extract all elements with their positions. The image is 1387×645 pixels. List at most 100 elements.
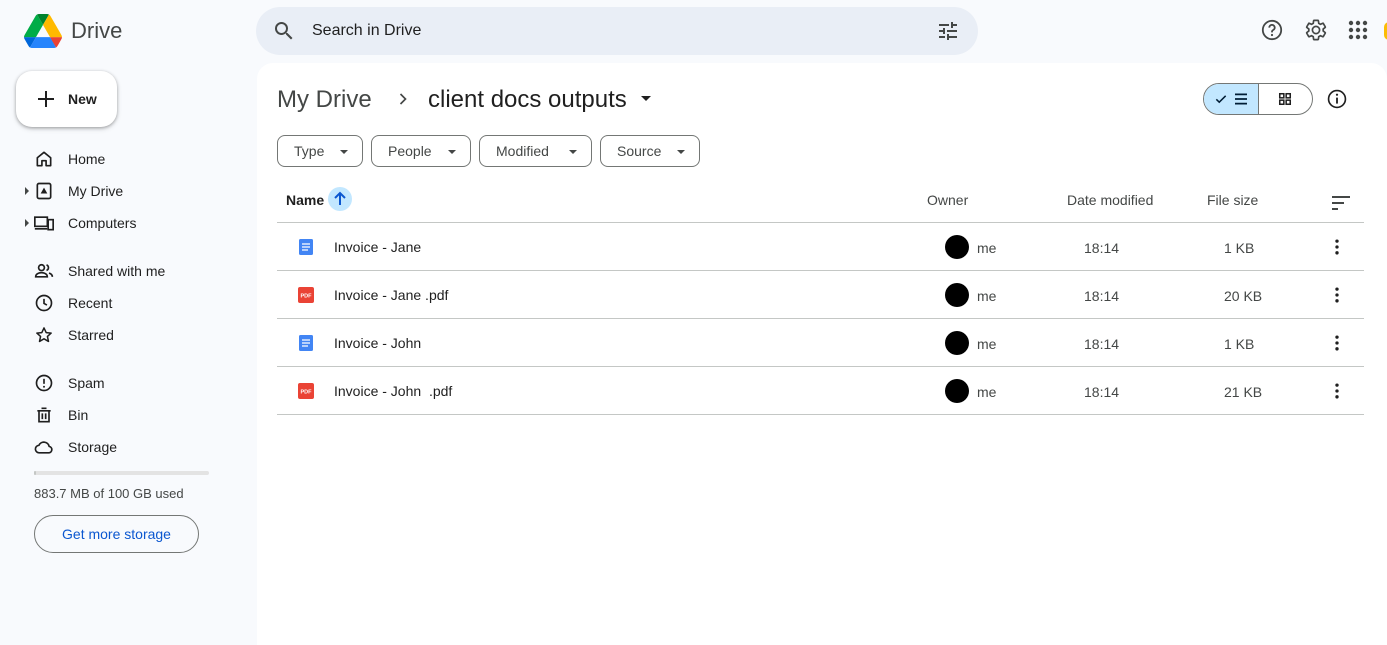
file-row[interactable]: Invoice - John me 18:14 1 KB <box>277 319 1364 367</box>
sidebar-item-label: Starred <box>68 327 114 343</box>
search-options-icon[interactable] <box>936 19 960 43</box>
file-owner: me <box>977 288 997 304</box>
file-date-modified: 18:14 <box>1084 240 1120 256</box>
file-name[interactable]: Invoice - John <box>334 335 421 351</box>
expand-caret-icon[interactable] <box>25 187 29 195</box>
checkmark-icon <box>1215 95 1227 104</box>
file-name[interactable]: Invoice - Jane <box>334 239 421 255</box>
grid-icon <box>1278 92 1291 106</box>
sort-direction-button[interactable] <box>328 187 352 211</box>
search-input[interactable] <box>312 19 912 43</box>
info-icon[interactable] <box>1326 88 1348 110</box>
arrow-up-icon <box>334 191 346 205</box>
svg-text:PDF: PDF <box>301 294 313 300</box>
sidebar-item-storage[interactable]: Storage <box>0 431 240 463</box>
dropdown-arrow-icon <box>448 150 456 154</box>
sidebar-item-label: Storage <box>68 439 118 455</box>
sidebar-item-spam[interactable]: Spam <box>0 367 240 399</box>
sidebar-item-label: Bin <box>68 407 89 423</box>
sidebar-item-bin[interactable]: Bin <box>0 399 240 431</box>
storage-usage-text: 883.7 MB of 100 GB used <box>34 486 184 501</box>
app-name: Drive <box>71 18 123 43</box>
star-icon <box>36 327 52 343</box>
main-panel: My Drive client docs outputs Type People… <box>257 63 1387 645</box>
view-toggle <box>1203 83 1313 115</box>
filter-people-chip[interactable]: People <box>371 135 471 167</box>
sidebar-item-label: My Drive <box>68 183 124 199</box>
sidebar-item-computers[interactable]: Computers <box>0 207 240 239</box>
chevron-right-icon <box>399 93 407 105</box>
file-name[interactable]: Invoice - Jane .pdf <box>334 287 448 303</box>
dropdown-arrow-icon <box>677 150 685 154</box>
file-size: 20 KB <box>1224 288 1263 304</box>
file-owner: me <box>977 336 997 352</box>
sort-options-icon[interactable] <box>1329 191 1353 215</box>
get-more-storage-button[interactable]: Get more storage <box>34 515 199 553</box>
sidebar-item-label: Recent <box>68 295 113 311</box>
storage-usage-fill <box>34 471 36 475</box>
sidebar-item-home[interactable]: Home <box>0 143 240 175</box>
file-date-modified: 18:14 <box>1084 288 1120 304</box>
computers-icon <box>34 216 54 231</box>
plus-icon <box>38 91 54 107</box>
file-row[interactable]: Invoice - Jane me 18:14 1 KB <box>277 223 1364 271</box>
drive-logo[interactable]: Drive <box>24 14 122 48</box>
column-header-name[interactable]: Name <box>286 192 324 208</box>
filter-modified-chip[interactable]: Modified <box>479 135 592 167</box>
sidebar-item-label: Spam <box>68 375 105 391</box>
column-header-owner[interactable]: Owner <box>927 192 968 208</box>
apps-grid-icon[interactable] <box>1346 18 1370 42</box>
filter-chip-label: Source <box>617 143 662 159</box>
sidebar-item-label: Computers <box>68 215 137 231</box>
file-date-modified: 18:14 <box>1084 336 1120 352</box>
column-header-date-modified[interactable]: Date modified <box>1067 192 1153 208</box>
filter-chip-label: Modified <box>496 143 549 159</box>
more-actions-icon[interactable] <box>1327 333 1347 353</box>
shared-people-icon <box>34 263 54 278</box>
file-date-modified: 18:14 <box>1084 384 1120 400</box>
column-header-file-size[interactable]: File size <box>1207 192 1258 208</box>
settings-gear-icon[interactable] <box>1304 18 1328 42</box>
home-icon <box>36 151 52 167</box>
new-button-label: New <box>68 91 97 107</box>
more-actions-icon[interactable] <box>1327 381 1347 401</box>
help-icon[interactable] <box>1260 18 1284 42</box>
folder-dropdown-arrow-icon[interactable] <box>641 96 651 101</box>
list-view-button[interactable] <box>1204 84 1259 114</box>
pdf-file-icon: PDF <box>298 383 314 399</box>
breadcrumb-current-folder[interactable]: client docs outputs <box>428 86 627 114</box>
owner-avatar <box>945 331 969 355</box>
breadcrumb-my-drive[interactable]: My Drive <box>277 86 372 114</box>
filter-chip-label: Type <box>294 143 325 159</box>
drive-logo-icon <box>24 14 62 48</box>
filter-source-chip[interactable]: Source <box>600 135 700 167</box>
file-size: 21 KB <box>1224 384 1263 400</box>
filter-chip-label: People <box>388 143 432 159</box>
clock-icon <box>35 294 53 312</box>
pdf-file-icon: PDF <box>298 287 314 303</box>
sidebar-item-shared-with-me[interactable]: Shared with me <box>0 255 240 287</box>
search-bar[interactable] <box>256 7 978 55</box>
more-actions-icon[interactable] <box>1327 237 1347 257</box>
sidebar-item-label: Shared with me <box>68 263 166 279</box>
bin-trash-icon <box>37 407 51 423</box>
svg-text:PDF: PDF <box>301 390 313 396</box>
search-icon[interactable] <box>272 19 296 43</box>
expand-caret-icon[interactable] <box>25 219 29 227</box>
file-row[interactable]: PDF Invoice - Jane .pdf me 18:14 20 KB <box>277 271 1364 319</box>
spam-warning-icon <box>35 374 53 392</box>
google-doc-icon <box>299 239 313 255</box>
file-owner: me <box>977 384 997 400</box>
more-actions-icon[interactable] <box>1327 285 1347 305</box>
file-size: 1 KB <box>1224 240 1255 256</box>
file-list-header: Name Owner Date modified File size <box>277 178 1364 223</box>
file-row[interactable]: PDF Invoice - John .pdf me 18:14 21 KB <box>277 367 1364 415</box>
file-name[interactable]: Invoice - John .pdf <box>334 383 452 399</box>
sidebar-item-my-drive[interactable]: My Drive <box>0 175 240 207</box>
grid-view-button[interactable] <box>1259 84 1312 114</box>
google-doc-icon <box>299 335 313 351</box>
new-button[interactable]: New <box>16 71 117 127</box>
sidebar-item-recent[interactable]: Recent <box>0 287 240 319</box>
sidebar-item-starred[interactable]: Starred <box>0 319 240 351</box>
filter-type-chip[interactable]: Type <box>277 135 363 167</box>
